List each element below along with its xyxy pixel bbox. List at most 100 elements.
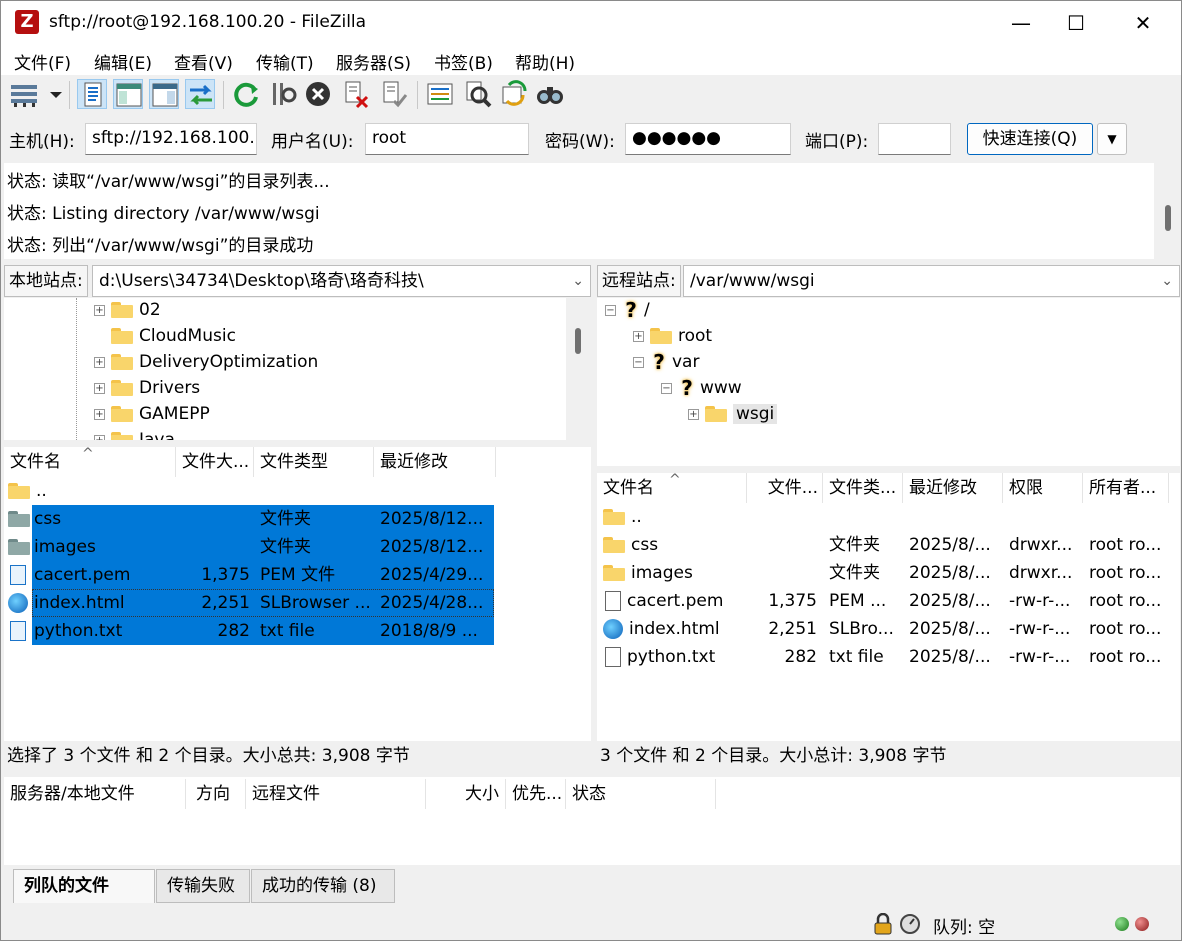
tree-item[interactable]: CloudMusic — [111, 324, 236, 348]
log-scrollbar-thumb[interactable] — [1165, 205, 1171, 231]
tab-queued-files[interactable]: 列队的文件 — [13, 869, 155, 903]
table-row[interactable]: cacert.pem 1,375 PEM ... 2025/8/... -rw-… — [597, 587, 1177, 615]
local-file-list: 文件名 ^ 文件大... 文件类型 最近修改 .. css 文件夹 2025/8/… — [4, 447, 591, 741]
expand-icon[interactable]: + — [688, 408, 699, 420]
expand-icon[interactable]: + — [94, 356, 105, 368]
menu-bookmarks[interactable]: 书签(B) — [434, 49, 493, 74]
table-row[interactable]: .. — [4, 477, 494, 505]
local-path-combobox[interactable]: d:\Users\34734\Desktop\珞奇\珞奇科技\ ⌄ — [92, 265, 591, 297]
column-header-direction[interactable]: 方向 — [186, 779, 246, 809]
collapse-icon[interactable]: − — [661, 382, 672, 394]
table-row[interactable]: css 文件夹 2025/8/12... — [4, 505, 494, 533]
minimize-button[interactable]: — — [991, 1, 1051, 45]
disconnect-icon[interactable] — [341, 79, 371, 109]
table-row[interactable]: python.txt 282 txt file 2018/8/9 ... — [4, 617, 494, 645]
column-header-remote-file[interactable]: 远程文件 — [246, 779, 426, 809]
search-icon[interactable] — [535, 79, 565, 109]
dropdown-arrow-icon[interactable] — [41, 79, 63, 109]
column-header-local-file[interactable]: 服务器/本地文件 — [4, 779, 186, 809]
table-row[interactable]: cacert.pem 1,375 PEM 文件 2025/4/29... — [4, 561, 494, 589]
sync-browse-icon[interactable] — [499, 79, 529, 109]
expand-icon[interactable]: + — [633, 330, 644, 342]
file-type: txt file — [829, 647, 884, 667]
log-scrollbar[interactable] — [1156, 163, 1180, 259]
tree-item-wsgi[interactable]: + wsgi — [688, 402, 778, 426]
username-label: 用户名(U): — [271, 132, 354, 152]
table-row[interactable]: css 文件夹 2025/8/... drwxr... root ro... — [597, 531, 1177, 559]
toggle-remote-tree-icon[interactable] — [149, 79, 179, 109]
quickconnect-dropdown-button[interactable]: ▼ — [1097, 123, 1127, 155]
toggle-log-icon[interactable] — [77, 79, 107, 109]
collapse-icon[interactable]: − — [605, 304, 616, 316]
tree-item-root[interactable]: + root — [633, 324, 712, 348]
tree-item[interactable]: + Java — [94, 428, 175, 440]
tab-failed-transfers[interactable]: 传输失败 — [156, 869, 250, 903]
host-input[interactable]: sftp://192.168.100. — [85, 123, 257, 155]
directory-compare-icon[interactable] — [425, 79, 455, 109]
local-tree-scrollbar[interactable] — [566, 298, 591, 440]
table-row[interactable]: .. — [597, 503, 1177, 531]
column-header-modified[interactable]: 最近修改 — [374, 447, 496, 477]
table-row[interactable]: index.html 2,251 SLBrowser ... 2025/4/28… — [4, 589, 494, 617]
tree-item[interactable]: +02 — [94, 298, 161, 322]
username-input[interactable]: root — [365, 123, 529, 155]
port-input[interactable] — [878, 123, 951, 155]
cancel-icon[interactable] — [303, 79, 333, 109]
speed-limit-icon[interactable] — [899, 913, 921, 935]
menu-file[interactable]: 文件(F) — [14, 49, 71, 74]
maximize-button[interactable]: ☐ — [1046, 1, 1106, 45]
filter-icon[interactable] — [463, 79, 493, 109]
table-row[interactable]: python.txt 282 txt file 2025/8/... -rw-r… — [597, 643, 1177, 671]
expand-icon[interactable]: + — [94, 408, 105, 420]
expand-icon[interactable]: + — [94, 382, 105, 394]
tree-item[interactable]: + DeliveryOptimization — [94, 350, 318, 374]
remote-path-combobox[interactable]: /var/www/wsgi ⌄ — [683, 265, 1180, 297]
password-input[interactable]: ●●●●●● — [625, 123, 791, 155]
table-row[interactable]: index.html 2,251 SLBro... 2025/8/... -rw… — [597, 615, 1177, 643]
collapse-icon[interactable]: − — [633, 356, 644, 368]
column-header-filesize[interactable]: 文件... — [747, 473, 823, 503]
table-row[interactable]: images 文件夹 2025/8/12... — [4, 533, 494, 561]
file-modified: 2018/8/9 ... — [380, 621, 478, 641]
column-header-filetype[interactable]: 文件类型 — [254, 447, 374, 477]
column-header-owner[interactable]: 所有者... — [1083, 473, 1169, 503]
folder-icon — [111, 432, 133, 440]
process-queue-icon[interactable] — [267, 79, 297, 109]
toggle-local-tree-icon[interactable] — [113, 79, 143, 109]
column-header-status[interactable]: 状态 — [566, 779, 716, 809]
menu-edit[interactable]: 编辑(E) — [94, 49, 152, 74]
scrollbar-thumb[interactable] — [575, 328, 581, 354]
toggle-transfer-queue-icon[interactable] — [185, 79, 215, 109]
tab-successful-transfers[interactable]: 成功的传输 (8) — [251, 869, 395, 903]
column-header-modified[interactable]: 最近修改 — [903, 473, 1003, 503]
column-header-filesize[interactable]: 文件大... — [176, 447, 254, 477]
refresh-icon[interactable] — [231, 79, 261, 109]
chevron-down-icon[interactable]: ⌄ — [1161, 266, 1173, 296]
expand-icon[interactable]: + — [94, 304, 105, 316]
column-header-permissions[interactable]: 权限 — [1003, 473, 1083, 503]
menu-view[interactable]: 查看(V) — [174, 49, 233, 74]
close-button[interactable]: ✕ — [1113, 1, 1173, 45]
tree-item[interactable]: + Drivers — [94, 376, 200, 400]
column-header-filename[interactable]: 文件名 ^ — [597, 473, 747, 503]
menu-server[interactable]: 服务器(S) — [336, 49, 411, 74]
column-header-filename[interactable]: 文件名 ^ — [4, 447, 176, 477]
local-site-bar: 本地站点: d:\Users\34734\Desktop\珞奇\珞奇科技\ ⌄ — [4, 265, 591, 297]
column-header-filetype[interactable]: 文件类... — [823, 473, 903, 503]
quickconnect-button[interactable]: 快速连接(Q) — [967, 123, 1093, 155]
chevron-down-icon[interactable]: ⌄ — [572, 266, 584, 296]
reconnect-icon[interactable] — [379, 79, 409, 109]
file-owner: root ro... — [1089, 591, 1162, 611]
table-row[interactable]: images 文件夹 2025/8/... drwxr... root ro..… — [597, 559, 1177, 587]
menu-help[interactable]: 帮助(H) — [515, 49, 575, 74]
expand-icon[interactable]: + — [94, 434, 105, 440]
menu-transfer[interactable]: 传输(T) — [256, 49, 314, 74]
column-header-priority[interactable]: 优先... — [506, 779, 566, 809]
tree-item-www[interactable]: −? www — [661, 376, 742, 400]
column-header-size[interactable]: 大小 — [426, 779, 506, 809]
tree-item-root-slash[interactable]: −? / — [605, 298, 650, 322]
tree-item-var[interactable]: −? var — [633, 350, 699, 374]
local-site-label: 本地站点: — [4, 265, 88, 297]
site-manager-icon[interactable] — [9, 79, 39, 109]
tree-item[interactable]: + GAMEPP — [94, 402, 210, 426]
